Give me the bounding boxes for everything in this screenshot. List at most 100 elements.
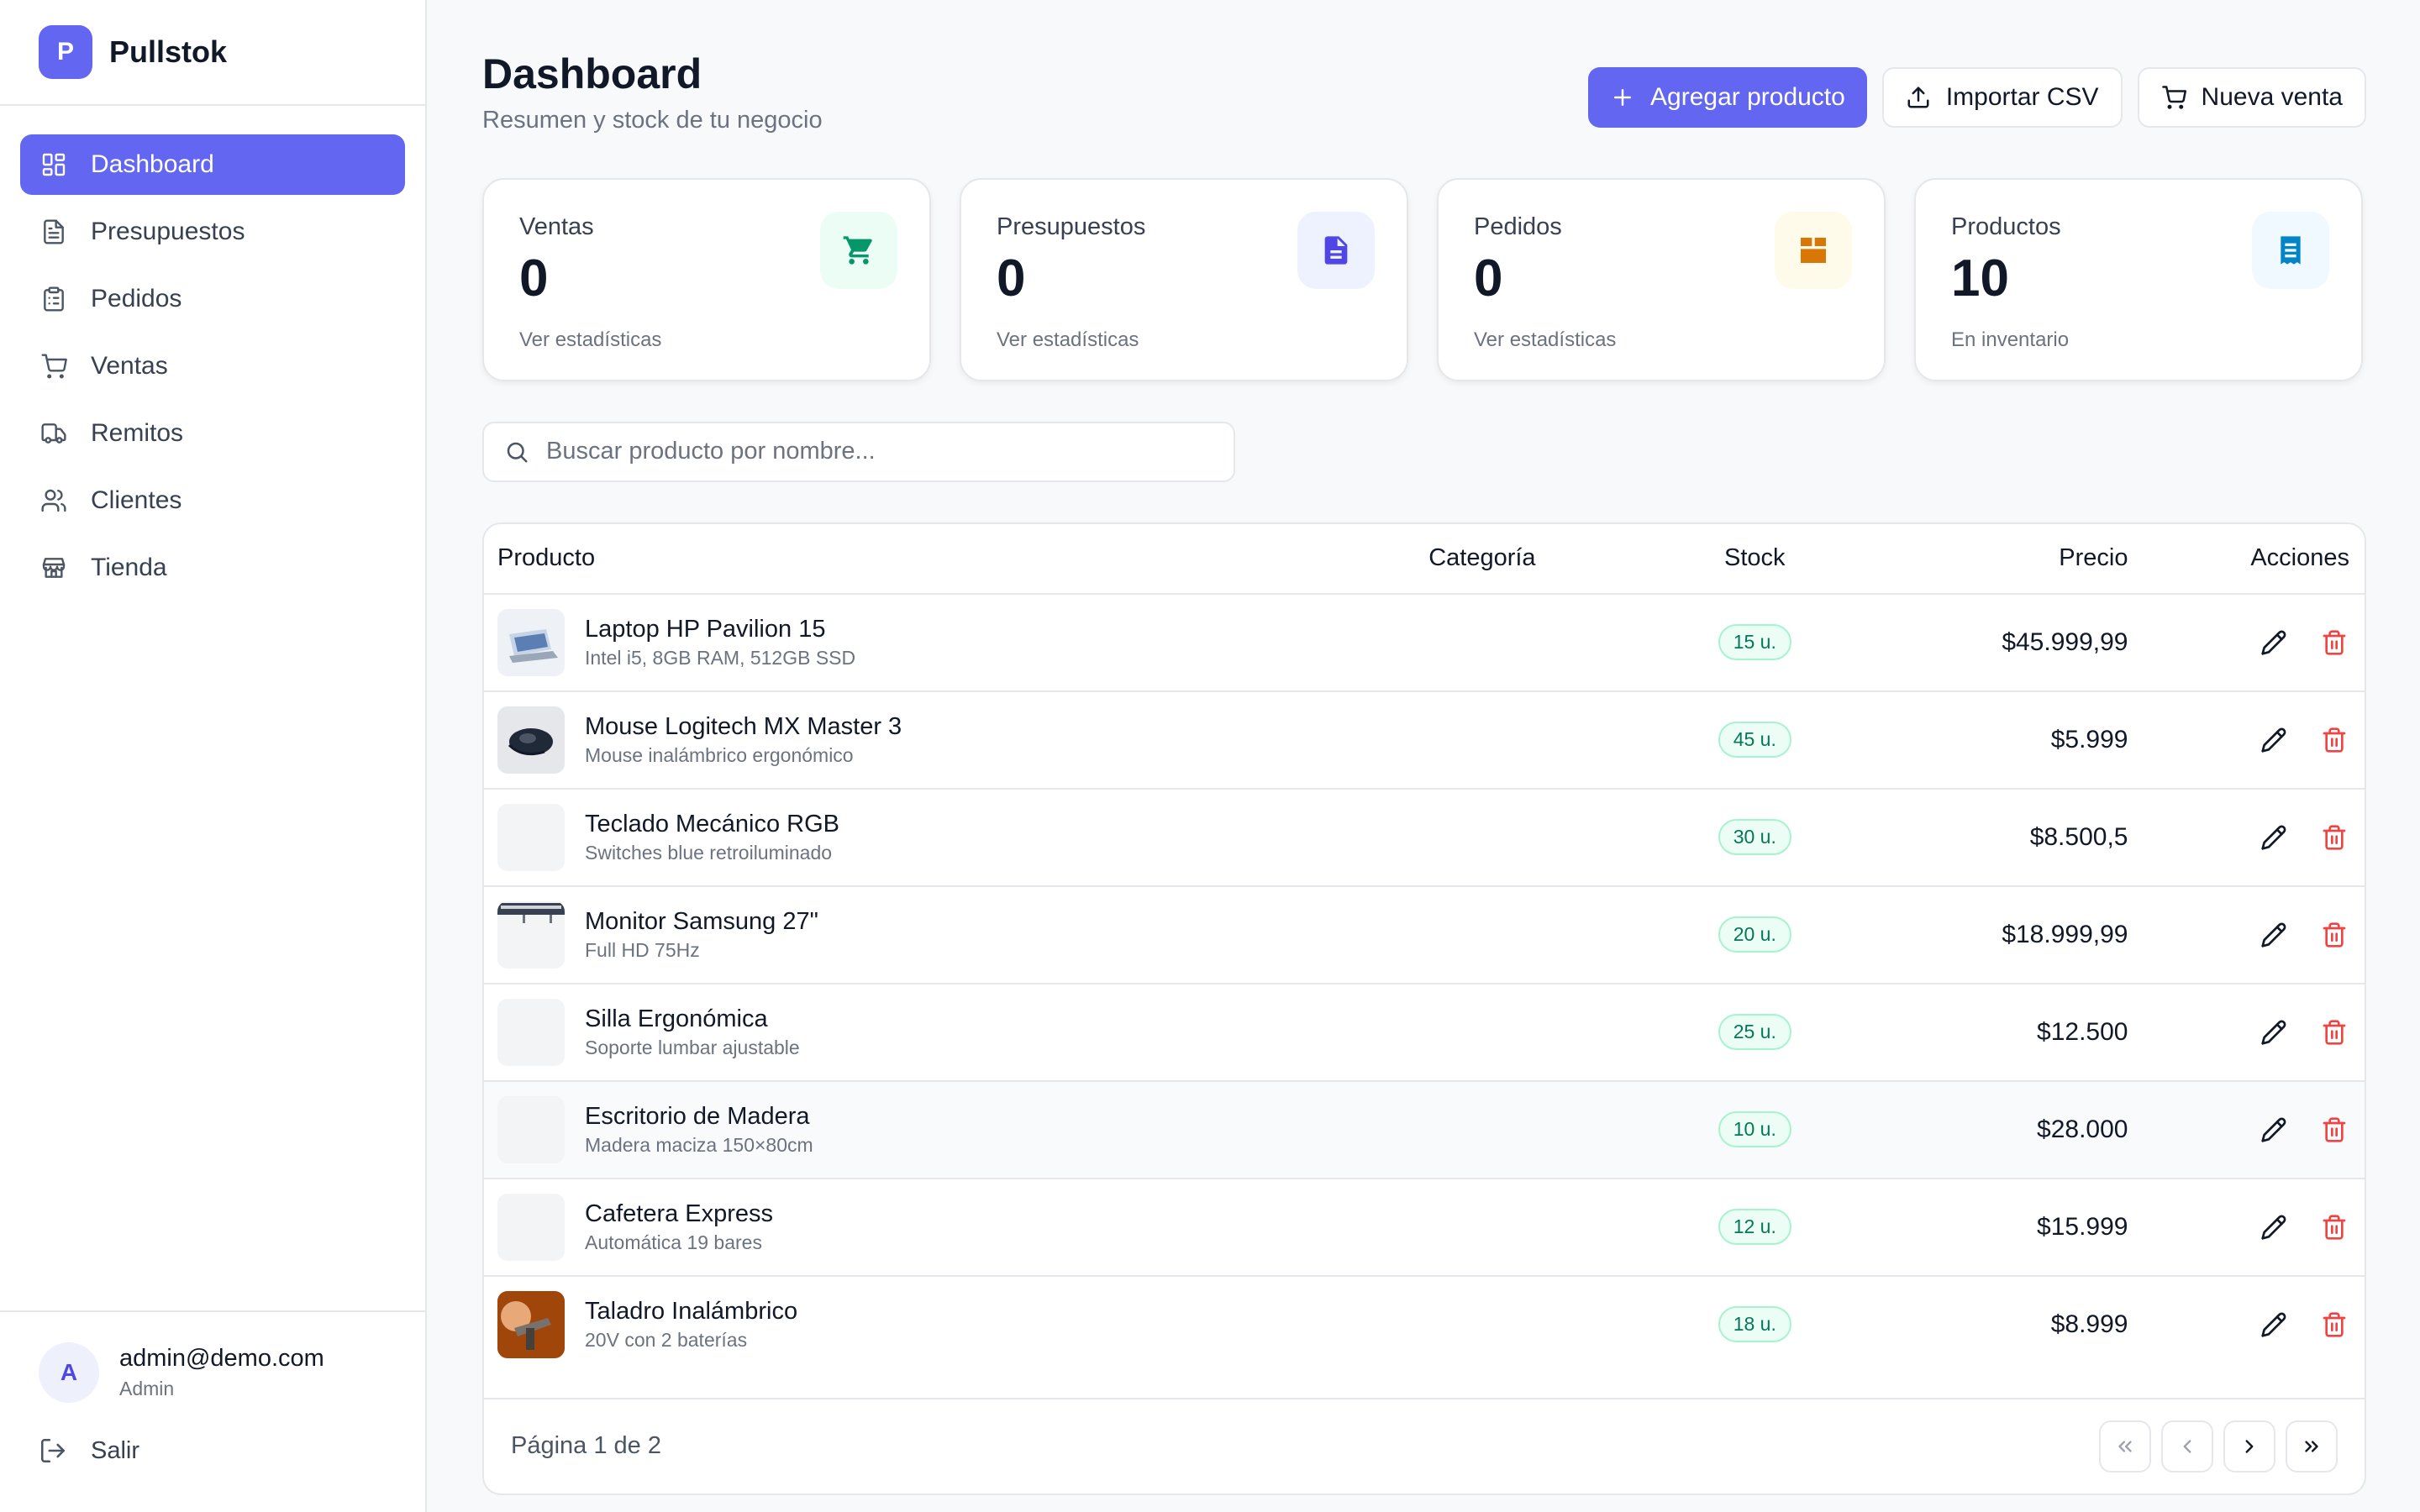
edit-button[interactable] <box>2259 1212 2289 1242</box>
pager <box>2099 1420 2338 1473</box>
table-row[interactable]: Silla Ergonómica Soporte lumbar ajustabl… <box>484 984 2365 1082</box>
delete-button[interactable] <box>2319 1017 2349 1047</box>
stat-link[interactable]: Ver estadísticas <box>997 328 1373 352</box>
column-header-price[interactable]: Precio <box>1902 544 2128 572</box>
logout-button[interactable]: Salir <box>39 1436 387 1465</box>
trash-icon <box>2323 1019 2346 1045</box>
table-row[interactable]: Cafetera Express Automática 19 bares 12 … <box>484 1179 2365 1277</box>
sidebar-item-remitos[interactable]: Remitos <box>20 403 405 464</box>
search-input[interactable] <box>544 437 1203 466</box>
price-cell: $5.999 <box>2050 725 2128 753</box>
brand[interactable]: P Pullstok <box>0 0 425 106</box>
chevron-right-icon <box>2245 1439 2254 1453</box>
delete-button[interactable] <box>2319 1115 2349 1145</box>
stat-sub: En inventario <box>1951 328 2070 351</box>
delete-button[interactable] <box>2319 627 2349 658</box>
column-header-category[interactable]: Categoría <box>1356 544 1607 572</box>
edit-button[interactable] <box>2259 627 2289 658</box>
stat-card-presupuestos[interactable]: Presupuestos 0 Ver estadísticas <box>960 177 1408 381</box>
delete-button[interactable] <box>2319 725 2349 755</box>
product-name: Teclado Mecánico RGB <box>585 810 840 837</box>
sidebar-item-pedidos[interactable]: Pedidos <box>20 269 405 329</box>
stats-row: Ventas 0 Ver estadísticas Presupuestos 0… <box>482 177 2366 381</box>
new-sale-button[interactable]: Nueva venta <box>2137 67 2366 128</box>
delete-button[interactable] <box>2319 822 2349 853</box>
product-thumbnail-empty <box>497 803 565 871</box>
logout-icon <box>40 1438 66 1463</box>
stat-link[interactable]: Ver estadísticas <box>519 328 896 352</box>
stock-badge: 30 u. <box>1718 819 1791 855</box>
product-cell: Taladro Inalámbrico 20V con 2 baterías <box>484 1290 1356 1358</box>
column-header-stock[interactable]: Stock <box>1608 544 1902 572</box>
prev-page-button[interactable] <box>2161 1420 2213 1473</box>
product-thumbnail <box>497 706 565 774</box>
truck-icon <box>40 420 67 447</box>
page-header: Dashboard Resumen y stock de tu negocio … <box>482 52 2366 134</box>
next-page-button[interactable] <box>2223 1420 2275 1473</box>
table-row[interactable]: Monitor Samsung 27" Full HD 75Hz 20 u. $… <box>484 887 2365 984</box>
plus-icon <box>1614 89 1632 106</box>
sidebar-item-tienda[interactable]: Tienda <box>20 538 405 598</box>
delete-button[interactable] <box>2319 1212 2349 1242</box>
logout-label: Salir <box>91 1436 140 1464</box>
brand-logo: P <box>39 25 92 79</box>
delete-button[interactable] <box>2319 920 2349 950</box>
edit-button[interactable] <box>2259 1115 2289 1145</box>
sidebar-item-label: Pedidos <box>91 285 182 312</box>
column-header-product[interactable]: Producto <box>484 544 1356 572</box>
stock-cell: 15 u. <box>1608 624 1902 660</box>
sidebar-item-ventas[interactable]: Ventas <box>20 336 405 396</box>
product-thumbnail <box>497 608 565 676</box>
edit-button[interactable] <box>2259 920 2289 950</box>
sidebar-item-presupuestos[interactable]: Presupuestos <box>20 202 405 262</box>
product-cell: Escritorio de Madera Madera maciza 150×8… <box>484 1095 1356 1163</box>
stat-card-pedidos[interactable]: Pedidos 0 Ver estadísticas <box>1437 177 1886 381</box>
product-thumbnail <box>497 1290 565 1358</box>
edit-button[interactable] <box>2259 822 2289 853</box>
stock-badge: 15 u. <box>1718 624 1791 660</box>
edit-button[interactable] <box>2259 725 2289 755</box>
sidebar-item-dashboard[interactable]: Dashboard <box>20 134 405 195</box>
user-profile[interactable]: A admin@demo.com Admin <box>39 1342 387 1403</box>
pencil-icon <box>2261 1117 2286 1142</box>
stat-card-productos[interactable]: Productos 10 En inventario <box>1914 177 2363 381</box>
sidebar-item-label: Clientes <box>91 486 182 514</box>
search-icon <box>507 442 528 462</box>
drill-image <box>497 1290 565 1358</box>
table-row[interactable]: Taladro Inalámbrico 20V con 2 baterías 1… <box>484 1277 2365 1373</box>
add-product-label: Agregar producto <box>1650 83 1845 111</box>
edit-button[interactable] <box>2259 1017 2289 1047</box>
first-page-button[interactable] <box>2099 1420 2151 1473</box>
dashboard-grid-icon <box>40 151 67 178</box>
stat-link[interactable]: Ver estadísticas <box>1474 328 1850 352</box>
stock-cell: 45 u. <box>1608 722 1902 758</box>
sidebar-item-label: Presupuestos <box>91 218 245 245</box>
add-product-button[interactable]: Agregar producto <box>1588 67 1867 128</box>
delete-button[interactable] <box>2319 1310 2349 1340</box>
table-row[interactable]: Mouse Logitech MX Master 3 Mouse inalámb… <box>484 692 2365 790</box>
last-page-button[interactable] <box>2286 1420 2338 1473</box>
table-row[interactable]: Escritorio de Madera Madera maciza 150×8… <box>484 1081 2365 1179</box>
stock-cell: 12 u. <box>1608 1209 1902 1245</box>
laptop-image <box>497 608 565 676</box>
sidebar-item-clientes[interactable]: Clientes <box>20 470 405 531</box>
table-header: Producto Categoría Stock Precio Acciones <box>484 524 2365 595</box>
avatar: A <box>39 1342 99 1403</box>
import-csv-label: Importar CSV <box>1945 83 2099 111</box>
stat-card-ventas[interactable]: Ventas 0 Ver estadísticas <box>482 177 931 381</box>
sidebar-footer: A admin@demo.com Admin Salir <box>0 1310 425 1512</box>
product-cell: Mouse Logitech MX Master 3 Mouse inalámb… <box>484 706 1356 774</box>
import-csv-button[interactable]: Importar CSV <box>1881 67 2123 128</box>
edit-button[interactable] <box>2259 1310 2289 1340</box>
product-description: Intel i5, 8GB RAM, 512GB SSD <box>585 646 856 669</box>
pencil-icon <box>2261 1312 2286 1337</box>
new-sale-label: Nueva venta <box>2201 83 2343 111</box>
product-description: Madera maciza 150×80cm <box>585 1133 813 1156</box>
table-row[interactable]: Teclado Mecánico RGB Switches blue retro… <box>484 790 2365 887</box>
user-role: Admin <box>119 1378 175 1399</box>
product-description: Switches blue retroiluminado <box>585 841 833 864</box>
actions-cell <box>2128 822 2365 853</box>
stock-cell: 10 u. <box>1608 1111 1902 1147</box>
table-row[interactable]: Laptop HP Pavilion 15 Intel i5, 8GB RAM,… <box>484 595 2365 692</box>
store-icon <box>40 554 67 581</box>
